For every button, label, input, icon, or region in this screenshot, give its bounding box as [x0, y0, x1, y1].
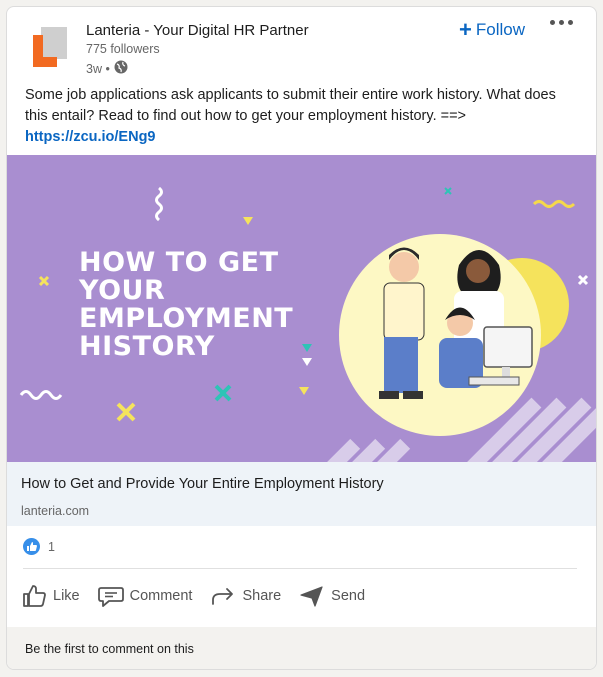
follow-label: Follow: [475, 20, 525, 39]
send-label: Send: [331, 588, 366, 604]
like-label: Like: [53, 588, 80, 604]
headline-line: EMPLOYMENT: [79, 303, 294, 334]
comment-button[interactable]: Comment: [97, 581, 193, 611]
send-button[interactable]: Send: [299, 581, 365, 611]
plus-icon: +: [459, 17, 472, 42]
like-reaction-icon: [23, 538, 40, 555]
ellipsis-dot: [559, 20, 564, 25]
headline-line: HOW TO GET: [79, 247, 279, 278]
like-button[interactable]: Like: [21, 581, 80, 611]
post-text: Some job applications ask applicants to …: [25, 87, 556, 124]
feed-post-card: Lanteria - Your Digital HR Partner 775 f…: [6, 6, 597, 670]
link-preview-title[interactable]: How to Get and Provide Your Entire Emplo…: [21, 476, 384, 492]
first-comment-prompt: Be the first to comment on this: [25, 642, 194, 656]
post-time: 3w •: [86, 61, 110, 76]
company-logo[interactable]: [33, 27, 69, 67]
send-icon: [300, 586, 323, 607]
post-meta: 3w •: [86, 60, 128, 77]
article-banner-image[interactable]: HOW TO GET YOUR EMPLOYMENT HISTORY: [7, 155, 596, 462]
thumbs-up-icon: [23, 585, 46, 607]
share-icon: [212, 588, 234, 605]
share-button[interactable]: Share: [210, 581, 281, 611]
follow-button[interactable]: + Follow: [459, 18, 525, 42]
ellipsis-dot: [568, 20, 573, 25]
comments-section: Be the first to comment on this: [7, 627, 596, 669]
post-body: Some job applications ask applicants to …: [25, 85, 565, 148]
comment-icon: [97, 587, 124, 607]
share-label: Share: [242, 588, 282, 604]
headline-line: HISTORY: [79, 331, 215, 362]
follower-count: 775 followers: [86, 42, 160, 56]
link-preview[interactable]: How to Get and Provide Your Entire Emplo…: [7, 462, 596, 526]
link-preview-domain: lanteria.com: [21, 504, 90, 518]
globe-icon: [114, 60, 128, 77]
post-link[interactable]: https://zcu.io/ENg9: [25, 129, 156, 145]
reactions-summary[interactable]: 1: [23, 538, 55, 555]
divider: [23, 568, 577, 569]
company-name[interactable]: Lanteria - Your Digital HR Partner: [86, 22, 309, 39]
social-action-bar: Like Comment Share Send: [21, 581, 365, 611]
banner-headline: HOW TO GET YOUR EMPLOYMENT HISTORY: [79, 249, 293, 361]
post-header: Lanteria - Your Digital HR Partner 775 f…: [7, 7, 596, 87]
headline-line: YOUR: [79, 275, 166, 306]
reaction-count[interactable]: 1: [48, 540, 55, 554]
ellipsis-icon: [550, 20, 555, 25]
more-options-button[interactable]: [550, 20, 573, 25]
comment-label: Comment: [129, 588, 193, 604]
